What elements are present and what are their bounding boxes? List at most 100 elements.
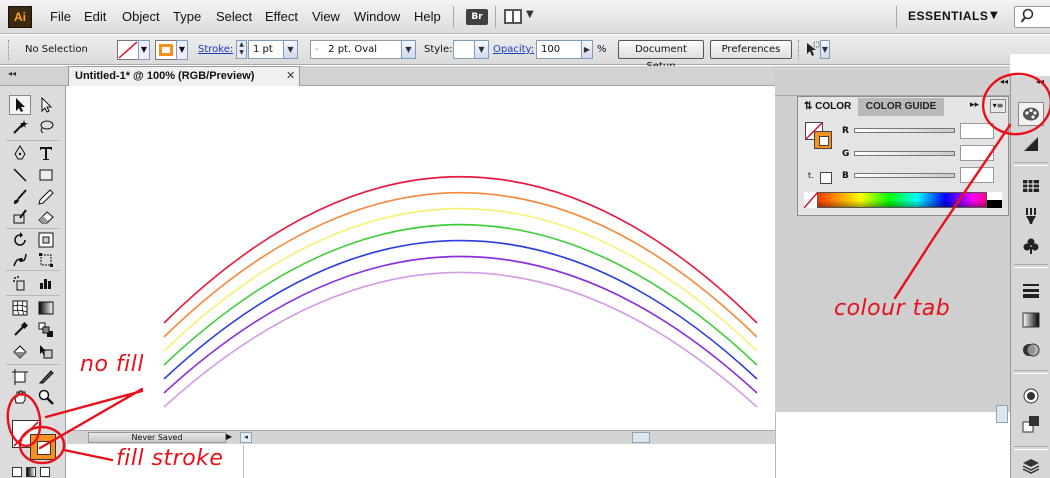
blend-tool-icon[interactable]: [35, 320, 57, 340]
eraser-tool-icon[interactable]: [35, 207, 57, 227]
color-guide-icon[interactable]: [1018, 132, 1044, 156]
stroke-weight-stepper[interactable]: ▲ ▼: [236, 40, 247, 59]
stroke-dropdown[interactable]: ▼: [176, 40, 188, 60]
horizontal-scrollbar-thumb[interactable]: [632, 432, 650, 443]
menu-type[interactable]: Type: [173, 9, 201, 24]
stroke-label[interactable]: Stroke:: [198, 44, 233, 55]
workspace-switcher[interactable]: ESSENTIALS: [908, 9, 988, 23]
scale-tool-icon[interactable]: [35, 230, 57, 250]
rainbow-arc-2[interactable]: [163, 191, 758, 338]
channel-g-input[interactable]: [960, 145, 994, 161]
menu-object[interactable]: Object: [122, 9, 160, 24]
swatches-icon[interactable]: [1018, 174, 1044, 198]
chevron-down-icon[interactable]: ▼: [526, 9, 534, 20]
rainbow-arc-4[interactable]: [163, 223, 758, 366]
menu-help[interactable]: Help: [414, 9, 441, 24]
gradient-tool-icon[interactable]: [35, 298, 57, 318]
paintbrush-tool-icon[interactable]: [9, 187, 31, 207]
selection-tool-icon[interactable]: [9, 95, 31, 115]
stroke-weight-input[interactable]: 1 pt: [248, 40, 284, 59]
panel-grip[interactable]: [8, 40, 11, 60]
menu-file[interactable]: File: [50, 9, 71, 24]
magic-wand-tool-icon[interactable]: [9, 117, 31, 137]
lasso-tool-icon[interactable]: [35, 117, 57, 137]
graphic-style-swatch[interactable]: [453, 40, 475, 59]
free-transform-tool-icon[interactable]: [35, 250, 57, 270]
spectrum-black-white-swatch[interactable]: [986, 192, 1002, 208]
type-tool-icon[interactable]: [35, 143, 57, 163]
gradient-panel-icon[interactable]: [1018, 308, 1044, 332]
rainbow-arc-5[interactable]: [163, 239, 758, 380]
menu-window[interactable]: Window: [354, 9, 400, 24]
column-graph-tool-icon[interactable]: [35, 273, 57, 293]
chevron-down-icon[interactable]: ▼: [990, 10, 998, 21]
channel-g-slider[interactable]: [854, 151, 955, 156]
symbol-sprayer-tool-icon[interactable]: [9, 273, 31, 293]
arrange-documents-icon[interactable]: [504, 9, 522, 24]
fill-dropdown[interactable]: ▼: [138, 40, 150, 60]
panel-stroke-swatch[interactable]: [814, 131, 832, 149]
opacity-label[interactable]: Opacity:: [493, 44, 534, 55]
color-spectrum-bar[interactable]: [804, 192, 1002, 208]
blob-brush-tool-icon[interactable]: [9, 207, 31, 227]
channel-r-input[interactable]: [960, 123, 994, 139]
color-panel-icon[interactable]: [1018, 102, 1044, 126]
control-bar-menu-dropdown[interactable]: ▼: [820, 40, 830, 59]
menu-edit[interactable]: Edit: [84, 9, 106, 24]
brushes-icon[interactable]: [1018, 204, 1044, 228]
pencil-tool-icon[interactable]: [35, 187, 57, 207]
document-setup-button[interactable]: Document Setup: [618, 40, 704, 72]
line-segment-tool-icon[interactable]: [9, 165, 31, 185]
collapse-panels-icon[interactable]: ◂◂: [8, 69, 16, 78]
warp-tool-icon[interactable]: [9, 250, 31, 270]
isolate-selection-icon[interactable]: [804, 41, 820, 59]
eyedropper-tool-icon[interactable]: [9, 320, 31, 340]
status-menu-arrow-icon[interactable]: ▶: [226, 432, 232, 441]
spectrum-none-swatch[interactable]: [803, 191, 819, 209]
out-of-gamut-icon[interactable]: t.: [808, 171, 814, 180]
rectangle-tool-icon[interactable]: [35, 165, 57, 185]
live-paint-bucket-tool-icon[interactable]: [9, 342, 31, 362]
color-mode-buttons[interactable]: [12, 466, 60, 478]
collapse-panel-icon[interactable]: ◂◂: [1000, 77, 1008, 86]
tab-color-guide[interactable]: COLOR GUIDE: [858, 98, 944, 116]
rainbow-arc-6[interactable]: [163, 255, 758, 394]
direct-selection-tool-icon[interactable]: [35, 95, 57, 115]
stroke-swatch[interactable]: [30, 434, 56, 460]
artboard-tool-icon[interactable]: [9, 367, 31, 387]
mesh-tool-icon[interactable]: [9, 298, 31, 318]
channel-b-slider[interactable]: [854, 173, 955, 178]
tab-color[interactable]: ⇅ COLOR: [800, 98, 856, 116]
preferences-button[interactable]: Preferences: [710, 40, 792, 59]
menu-select[interactable]: Select: [216, 9, 252, 24]
expand-dock-icon[interactable]: ◂◂: [1036, 77, 1044, 86]
channel-r-slider[interactable]: [854, 128, 955, 133]
panel-menu-button[interactable]: ▾≡: [990, 99, 1006, 113]
last-color-swatch[interactable]: [820, 172, 832, 184]
live-paint-selection-tool-icon[interactable]: [35, 342, 57, 362]
stroke-panel-icon[interactable]: [1018, 278, 1044, 302]
appearance-icon[interactable]: [1018, 384, 1044, 408]
close-icon[interactable]: ✕: [286, 69, 295, 82]
brush-dropdown[interactable]: ▼: [401, 40, 416, 59]
style-dropdown[interactable]: ▼: [474, 40, 489, 59]
status-text[interactable]: Never Saved: [88, 432, 226, 443]
menu-effect[interactable]: Effect: [265, 9, 298, 24]
fill-swatch-control[interactable]: [117, 40, 139, 60]
pen-tool-icon[interactable]: [9, 143, 31, 163]
stroke-swatch-control[interactable]: [155, 40, 177, 60]
document-tab[interactable]: Untitled-1* @ 100% (RGB/Preview): [68, 66, 300, 86]
graphic-styles-icon[interactable]: [1018, 412, 1044, 436]
panel-expand-icon[interactable]: ▸▸: [970, 100, 979, 110]
zoom-tool-icon[interactable]: [35, 387, 57, 407]
slice-tool-icon[interactable]: [35, 367, 57, 387]
rainbow-arc-3[interactable]: [163, 207, 758, 352]
rotate-tool-icon[interactable]: [9, 230, 31, 250]
symbols-icon[interactable]: [1018, 234, 1044, 258]
stroke-weight-dropdown[interactable]: ▼: [283, 40, 298, 59]
bridge-button[interactable]: Br: [466, 9, 488, 25]
layers-icon[interactable]: [1018, 454, 1044, 478]
panel-grip[interactable]: [798, 40, 801, 60]
channel-b-input[interactable]: [960, 167, 994, 183]
vertical-scrollbar-thumb[interactable]: [996, 405, 1008, 423]
